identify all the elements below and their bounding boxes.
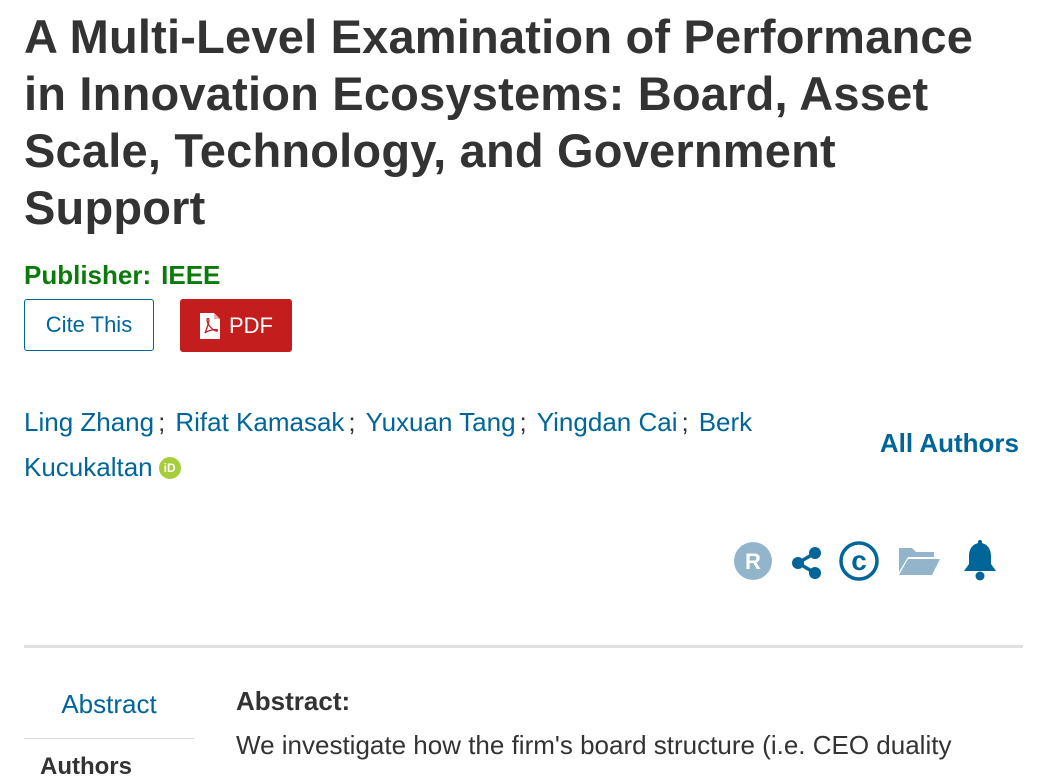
author-separator: ;: [348, 407, 356, 437]
section-nav: Abstract Authors: [24, 680, 194, 779]
pdf-button-label: PDF: [229, 312, 273, 338]
nav-item-authors[interactable]: Authors: [24, 753, 194, 779]
abstract-heading: Abstract:: [236, 686, 351, 716]
abstract-text: We investigate how the firm's board stru…: [236, 730, 952, 760]
pdf-button[interactable]: PDF: [180, 299, 292, 352]
rights-link-glyph: R: [745, 549, 761, 574]
author-separator: ;: [158, 407, 166, 437]
all-authors-link[interactable]: All Authors: [880, 428, 1019, 459]
rights-link-icon[interactable]: R: [730, 538, 776, 584]
cite-this-button[interactable]: Cite This: [24, 299, 154, 351]
publisher-value: IEEE: [161, 260, 221, 290]
nav-item-abstract[interactable]: Abstract: [24, 680, 194, 739]
publisher-line: Publisher: IEEE: [24, 260, 220, 291]
author-separator: ;: [519, 407, 527, 437]
copyright-glyph: c: [851, 545, 867, 576]
author-link-yuxuan-tang[interactable]: Yuxuan Tang: [366, 407, 516, 437]
pdf-icon: [200, 312, 220, 339]
author-link-ling-zhang[interactable]: Ling Zhang: [24, 407, 154, 437]
article-title: A Multi-Level Examination of Performance…: [24, 10, 974, 234]
author-list: Ling Zhang; Rifat Kamasak; Yuxuan Tang; Yin…: [24, 400, 824, 490]
alert-bell-icon[interactable]: [957, 538, 1003, 584]
article-page: A Multi-Level Examination of Performance…: [0, 0, 1039, 779]
author-separator: ;: [681, 407, 689, 437]
copyright-icon[interactable]: c: [836, 538, 882, 584]
share-icon[interactable]: [784, 538, 830, 584]
orcid-icon[interactable]: iD: [158, 457, 181, 479]
folder-icon[interactable]: [896, 538, 942, 584]
publisher-label: Publisher:: [24, 260, 152, 290]
article-tools-bar: R c: [730, 538, 1010, 584]
author-link-yingdan-cai[interactable]: Yingdan Cai: [537, 407, 678, 437]
author-link-rifat-kamasak[interactable]: Rifat Kamasak: [175, 407, 344, 437]
section-divider: [24, 645, 1023, 648]
